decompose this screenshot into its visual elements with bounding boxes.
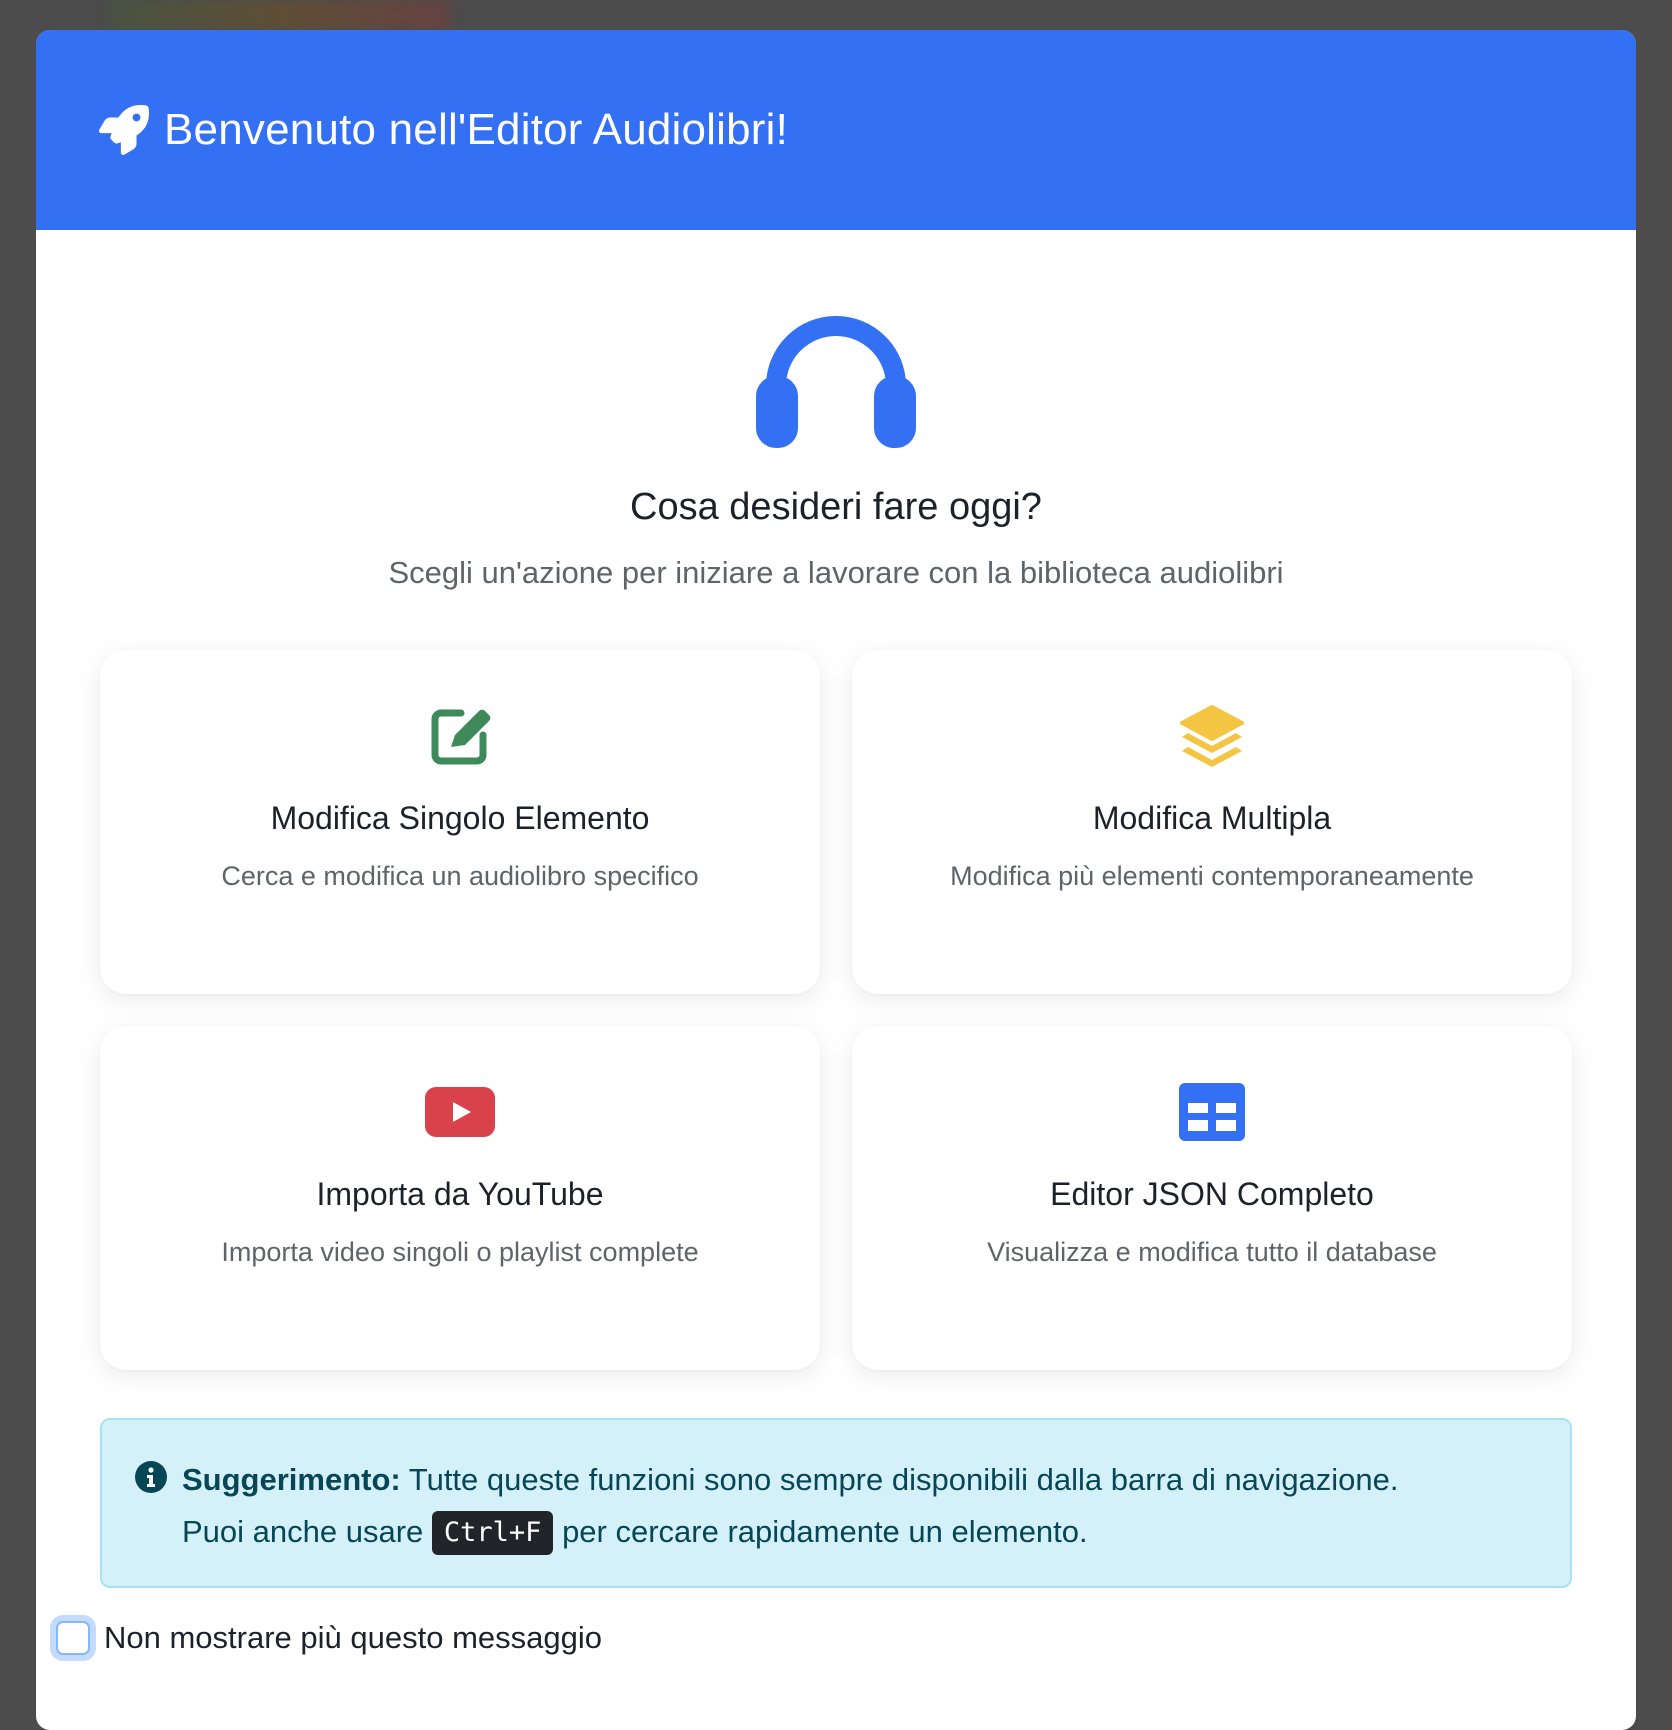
card-title: Modifica Singolo Elemento	[270, 800, 650, 836]
modal-title: Benvenuto nell'Editor Audiolibri!	[164, 105, 789, 154]
background-page-blur	[110, 0, 450, 30]
hero-heading: Cosa desideri fare oggi?	[630, 486, 1042, 528]
tip-alert: Suggerimento: Tutte queste funzioni sono…	[100, 1418, 1572, 1588]
shortcut-kbd: Ctrl+F	[431, 1511, 554, 1555]
card-title: Importa da YouTube	[316, 1176, 604, 1212]
tip-text-after-shortcut: per cercare rapidamente un elemento.	[553, 1514, 1088, 1549]
edit-icon	[424, 700, 496, 772]
youtube-icon	[424, 1076, 496, 1148]
tip-text-line1: Tutte queste funzioni sono sempre dispon…	[400, 1462, 1399, 1497]
action-card-youtube-import[interactable]: Importa da YouTube Importa video singoli…	[100, 1026, 820, 1370]
layers-icon	[1176, 700, 1248, 772]
rocket-icon	[98, 104, 150, 156]
card-title: Editor JSON Completo	[1050, 1176, 1374, 1212]
card-description: Modifica più elementi contemporaneamente	[950, 861, 1474, 891]
actions-grid: Modifica Singolo Elemento Cerca e modifi…	[100, 650, 1572, 1370]
info-icon	[134, 1458, 168, 1493]
tip-text-before-shortcut: Puoi anche usare	[182, 1514, 432, 1549]
card-description: Cerca e modifica un audiolibro specifico	[221, 861, 699, 891]
action-card-multi-edit[interactable]: Modifica Multipla Modifica più elementi …	[852, 650, 1572, 994]
card-description: Importa video singoli o playlist complet…	[221, 1237, 699, 1267]
action-card-json-editor[interactable]: Editor JSON Completo Visualizza e modifi…	[852, 1026, 1572, 1370]
dont-show-label[interactable]: Non mostrare più questo messaggio	[104, 1620, 602, 1656]
dont-show-checkbox[interactable]	[56, 1621, 90, 1655]
hero-subheading: Scegli un'azione per iniziare a lavorare…	[388, 555, 1284, 590]
card-description: Visualizza e modifica tutto il database	[987, 1237, 1437, 1267]
action-card-single-edit[interactable]: Modifica Singolo Elemento Cerca e modifi…	[100, 650, 820, 994]
card-title: Modifica Multipla	[1092, 800, 1332, 836]
hero-section: Cosa desideri fare oggi? Scegli un'azion…	[36, 230, 1636, 591]
headphones-icon	[754, 306, 918, 448]
tip-label: Suggerimento:	[182, 1462, 401, 1497]
dont-show-option[interactable]: Non mostrare più questo messaggio	[56, 1620, 602, 1656]
welcome-modal: Benvenuto nell'Editor Audiolibri! Cosa d…	[36, 30, 1636, 1730]
modal-header: Benvenuto nell'Editor Audiolibri!	[36, 30, 1636, 230]
table-icon	[1176, 1076, 1248, 1148]
